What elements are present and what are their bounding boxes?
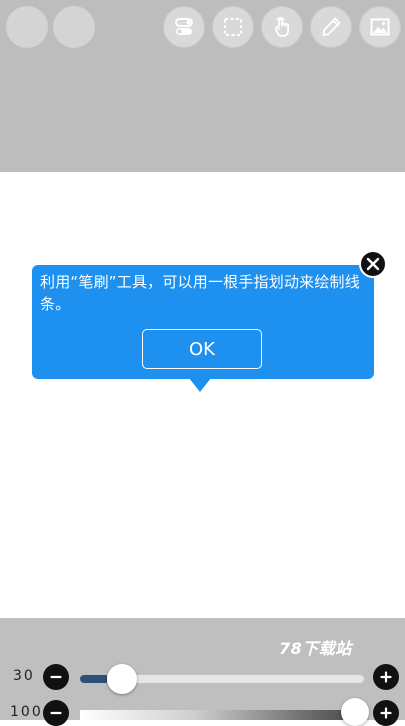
finger-tool-button[interactable] xyxy=(261,6,303,48)
opacity-increase-button[interactable] xyxy=(373,700,399,726)
opacity-slider-thumb[interactable] xyxy=(341,698,370,726)
ok-button[interactable]: OK xyxy=(142,329,262,369)
layers-toggle-icon xyxy=(175,18,193,35)
close-tip-button[interactable] xyxy=(359,250,387,278)
opacity-value: 100 xyxy=(10,704,43,720)
size-value: 30 xyxy=(13,668,35,684)
tip-message: 利用“笔刷”工具，可以用一根手指划动来绘制线条。 xyxy=(40,273,360,313)
size-increase-button[interactable] xyxy=(373,664,399,690)
minus-icon xyxy=(50,711,62,715)
minus-icon xyxy=(50,675,62,679)
close-icon xyxy=(366,257,380,271)
image-button[interactable] xyxy=(359,6,401,48)
image-icon xyxy=(370,18,390,36)
finger-tap-icon xyxy=(275,17,289,37)
undo-button[interactable] xyxy=(6,6,48,48)
size-decrease-button[interactable] xyxy=(43,664,69,690)
tooltip-pointer xyxy=(189,378,211,392)
layers-toggle-button[interactable] xyxy=(163,6,205,48)
opacity-decrease-button[interactable] xyxy=(43,700,69,726)
plus-icon xyxy=(380,671,392,683)
brush-tip-dialog: 利用“笔刷”工具，可以用一根手指划动来绘制线条。 OK xyxy=(32,265,374,379)
top-toolbar xyxy=(0,0,405,172)
selection-button[interactable] xyxy=(212,6,254,48)
brush-icon xyxy=(322,17,341,36)
drawing-canvas[interactable] xyxy=(0,172,405,618)
watermark: 78下载站 xyxy=(279,639,352,658)
plus-icon xyxy=(380,707,392,719)
size-slider-thumb[interactable] xyxy=(107,664,138,694)
redo-button[interactable] xyxy=(53,6,95,48)
brush-tool-button[interactable] xyxy=(310,6,352,48)
opacity-slider-track[interactable] xyxy=(80,710,364,720)
size-slider-fill xyxy=(80,675,108,683)
selection-icon xyxy=(224,18,242,36)
